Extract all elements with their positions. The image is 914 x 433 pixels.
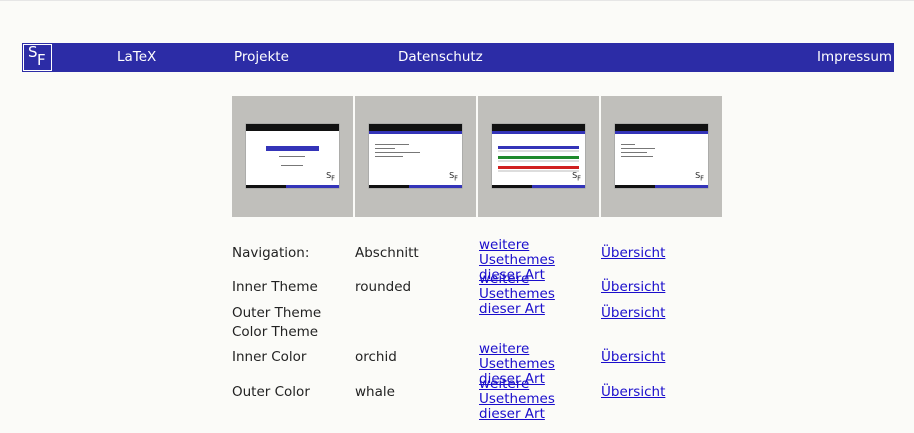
row-value-inner-theme: rounded xyxy=(355,279,412,295)
nav-link-impressum[interactable]: Impressum xyxy=(817,49,892,65)
more-usethemes-link[interactable]: weitere Usethemes dieser Art xyxy=(479,272,597,317)
thumbnail-blocks-slide[interactable]: SF xyxy=(478,96,599,217)
nav-link-projekte[interactable]: Projekte xyxy=(234,49,289,65)
slide-preview: SF xyxy=(246,124,339,188)
row-label-inner-theme: Inner Theme xyxy=(232,279,318,295)
row-label-color-theme: Color Theme xyxy=(232,324,319,340)
overview-link[interactable]: Übersicht xyxy=(601,305,665,322)
row-value-inner-color: orchid xyxy=(355,349,397,365)
row-label-outer-color: Outer Color xyxy=(232,384,310,400)
overview-link[interactable]: Übersicht xyxy=(601,245,665,262)
more-usethemes-link[interactable]: weitere Usethemes dieser Art xyxy=(479,377,597,422)
row-value-navigation: Abschnitt xyxy=(355,245,419,261)
sf-logo[interactable]: S F xyxy=(23,44,52,71)
navbar: S F LaTeX Projekte Datenschutz Impressum xyxy=(22,43,894,72)
thumbnail-references-slide[interactable]: SF xyxy=(601,96,722,217)
row-label-outer-theme: Outer Theme xyxy=(232,305,322,321)
row-value-outer-color: whale xyxy=(355,384,395,400)
slide-preview: SF xyxy=(369,124,462,188)
logo-letter-f: F xyxy=(37,51,46,69)
overview-link[interactable]: Übersicht xyxy=(601,384,665,401)
overview-link[interactable]: Übersicht xyxy=(601,279,665,296)
top-divider xyxy=(0,0,914,1)
nav-link-datenschutz[interactable]: Datenschutz xyxy=(398,49,483,65)
thumbnail-content-slide[interactable]: SF xyxy=(355,96,476,217)
slide-preview: SF xyxy=(615,124,708,188)
thumbnail-title-slide[interactable]: SF xyxy=(232,96,353,217)
row-label-inner-color: Inner Color xyxy=(232,349,307,365)
nav-link-latex[interactable]: LaTeX xyxy=(117,49,156,65)
slide-preview: SF xyxy=(492,124,585,188)
overview-link[interactable]: Übersicht xyxy=(601,349,665,366)
row-label-navigation: Navigation: xyxy=(232,245,310,261)
